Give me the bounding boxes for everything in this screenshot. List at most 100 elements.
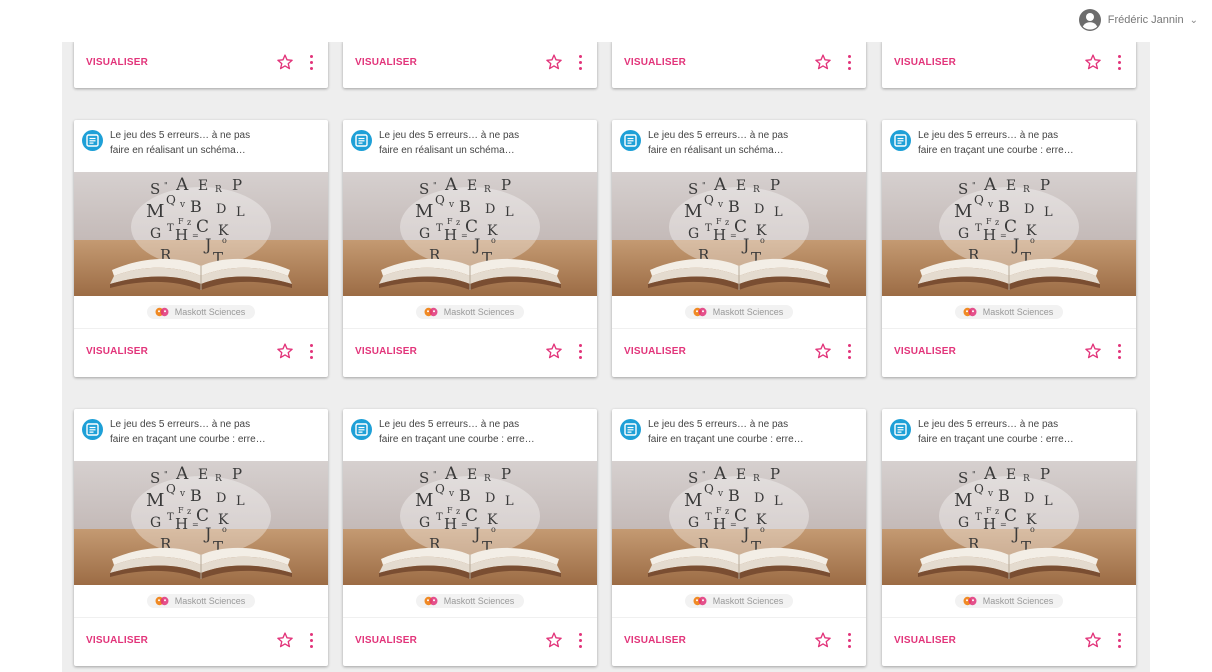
star-icon[interactable] [545,631,563,649]
resource-card[interactable]: Le jeu des 5 erreurs… à ne pas faire en t… [882,120,1136,377]
visualiser-button[interactable]: VISUALISER [86,635,148,646]
book-thumbnail-image[interactable] [343,461,597,585]
star-icon[interactable] [814,631,832,649]
more-vert-icon[interactable] [577,54,583,70]
user-menu[interactable]: Frédéric Jannin ⌄ [1078,8,1198,32]
star-icon[interactable] [545,53,563,71]
card-title[interactable]: Le jeu des 5 erreurs… à ne pas faire en r… [110,128,318,158]
resource-card[interactable]: Le jeu des 5 erreurs… à ne pas faire en t… [343,409,597,666]
card-header: Le jeu des 5 erreurs… à ne pas faire en t… [882,409,1136,461]
book-thumbnail-image[interactable] [612,461,866,585]
tag-row: Maskott Sciences [74,296,328,329]
visualiser-button[interactable]: VISUALISER [624,57,686,68]
resource-card[interactable]: Le jeu des 5 erreurs… à ne pas faire en t… [882,409,1136,666]
more-vert-icon[interactable] [846,343,852,359]
document-icon [351,419,372,440]
resource-card: VISUALISER [343,42,597,88]
visualiser-button[interactable]: VISUALISER [624,346,686,357]
more-vert-icon[interactable] [1116,54,1122,70]
star-icon[interactable] [814,53,832,71]
resource-card[interactable]: Le jeu des 5 erreurs… à ne pas faire en r… [343,120,597,377]
star-icon[interactable] [545,342,563,360]
more-vert-icon[interactable] [577,632,583,648]
card-title[interactable]: Le jeu des 5 erreurs… à ne pas faire en t… [110,417,318,447]
card-title-line: faire en traçant une courbe : erre… [918,145,1074,156]
card-title-line: Le jeu des 5 erreurs… à ne pas [918,419,1059,430]
publisher-tag: Maskott Sciences [146,594,256,608]
book-thumbnail-image[interactable] [74,461,328,585]
more-vert-icon[interactable] [846,632,852,648]
more-vert-icon[interactable] [308,343,314,359]
card-title[interactable]: Le jeu des 5 erreurs… à ne pas faire en r… [379,128,587,158]
card-title-line: Le jeu des 5 erreurs… à ne pas [110,130,251,141]
visualiser-button[interactable]: VISUALISER [86,346,148,357]
card-header: Le jeu des 5 erreurs… à ne pas faire en t… [612,409,866,461]
tag-label: Maskott Sciences [712,307,784,317]
resource-card[interactable]: Le jeu des 5 erreurs… à ne pas faire en r… [612,120,866,377]
card-title[interactable]: Le jeu des 5 erreurs… à ne pas faire en t… [648,417,856,447]
visualiser-button[interactable]: VISUALISER [894,346,956,357]
card-title-line: Le jeu des 5 erreurs… à ne pas [110,419,251,430]
star-icon[interactable] [1084,53,1102,71]
card-title[interactable]: Le jeu des 5 erreurs… à ne pas faire en t… [918,417,1126,447]
publisher-logo-icon [693,596,707,606]
more-vert-icon[interactable] [846,54,852,70]
more-vert-icon[interactable] [308,54,314,70]
star-icon[interactable] [276,53,294,71]
star-icon[interactable] [276,342,294,360]
card-actions: VISUALISER [343,42,597,88]
card-actions: VISUALISER [612,618,866,666]
visualiser-button[interactable]: VISUALISER [355,635,417,646]
card-actions: VISUALISER [882,42,1136,88]
document-icon [620,419,641,440]
book-thumbnail-image[interactable] [74,172,328,296]
more-vert-icon[interactable] [1116,632,1122,648]
card-header: Le jeu des 5 erreurs… à ne pas faire en t… [882,120,1136,172]
star-icon[interactable] [1084,631,1102,649]
visualiser-button[interactable]: VISUALISER [624,635,686,646]
more-vert-icon[interactable] [1116,343,1122,359]
card-title-line: faire en traçant une courbe : erre… [918,434,1074,445]
publisher-logo-icon [424,596,438,606]
publisher-logo-icon [963,596,977,606]
visualiser-button[interactable]: VISUALISER [86,57,148,68]
tag-label: Maskott Sciences [174,307,246,317]
card-title-line: Le jeu des 5 erreurs… à ne pas [379,130,520,141]
card-header: Le jeu des 5 erreurs… à ne pas faire en r… [74,120,328,172]
more-vert-icon[interactable] [577,343,583,359]
document-icon [890,419,911,440]
book-thumbnail-image[interactable] [882,461,1136,585]
resource-card: VISUALISER [612,42,866,88]
book-thumbnail-image[interactable] [343,172,597,296]
card-title[interactable]: Le jeu des 5 erreurs… à ne pas faire en t… [379,417,587,447]
card-title-line: faire en réalisant un schéma… [110,145,246,156]
more-vert-icon[interactable] [308,632,314,648]
visualiser-button[interactable]: VISUALISER [355,57,417,68]
card-actions: VISUALISER [612,42,866,88]
visualiser-button[interactable]: VISUALISER [894,57,956,68]
card-title-line: Le jeu des 5 erreurs… à ne pas [918,130,1059,141]
star-icon[interactable] [814,342,832,360]
card-actions: VISUALISER [74,329,328,377]
card-header: Le jeu des 5 erreurs… à ne pas faire en r… [343,120,597,172]
resource-card[interactable]: Le jeu des 5 erreurs… à ne pas faire en t… [74,409,328,666]
resource-grid: VISUALISER VISUALISER VISUALISER VISUALISER… [62,42,1150,672]
tag-label: Maskott Sciences [443,596,515,606]
visualiser-button[interactable]: VISUALISER [355,346,417,357]
top-bar: Frédéric Jannin ⌄ [0,0,1212,42]
book-thumbnail-image[interactable] [882,172,1136,296]
card-header: Le jeu des 5 erreurs… à ne pas faire en r… [612,120,866,172]
publisher-tag: Maskott Sciences [684,305,794,319]
card-title[interactable]: Le jeu des 5 erreurs… à ne pas faire en r… [648,128,856,158]
visualiser-button[interactable]: VISUALISER [894,635,956,646]
resource-card[interactable]: Le jeu des 5 erreurs… à ne pas faire en t… [612,409,866,666]
resource-card[interactable]: Le jeu des 5 erreurs… à ne pas faire en r… [74,120,328,377]
tag-row: Maskott Sciences [612,296,866,329]
card-actions: VISUALISER [612,329,866,377]
book-thumbnail-image[interactable] [612,172,866,296]
star-icon[interactable] [1084,342,1102,360]
card-title[interactable]: Le jeu des 5 erreurs… à ne pas faire en t… [918,128,1126,158]
publisher-logo-icon [693,307,707,317]
star-icon[interactable] [276,631,294,649]
card-actions: VISUALISER [882,618,1136,666]
